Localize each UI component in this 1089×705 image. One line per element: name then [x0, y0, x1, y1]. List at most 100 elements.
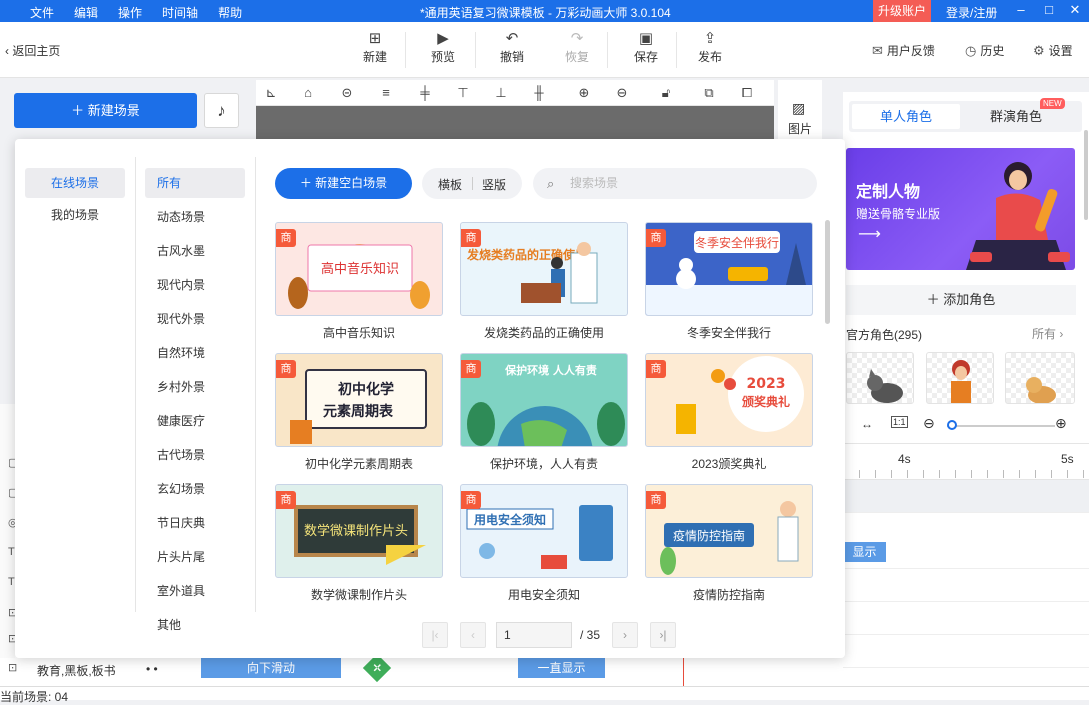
- category-item[interactable]: 健康医疗: [145, 406, 245, 436]
- scene-card[interactable]: 商 保护环境 人人有责: [460, 353, 628, 447]
- scene-card[interactable]: 商 发烧类药品的正确使用: [460, 222, 628, 316]
- scene-card[interactable]: 商 2023 颁奖典礼: [645, 353, 813, 447]
- settings-button[interactable]: ⚙ 设置: [1033, 42, 1073, 59]
- prev-page-button[interactable]: ‹: [460, 622, 486, 648]
- home-icon[interactable]: ⌂: [300, 85, 316, 100]
- category-item[interactable]: 现代内景: [145, 270, 245, 300]
- zoom-slider-handle[interactable]: [947, 420, 957, 430]
- music-note-icon[interactable]: ♪: [204, 93, 239, 128]
- zoom-out-icon[interactable]: ⊖: [923, 415, 935, 432]
- category-item[interactable]: 古风水墨: [145, 236, 245, 266]
- back-home-button[interactable]: ‹ 返回主页: [5, 42, 60, 59]
- zoom-in-icon[interactable]: ⊕: [1055, 415, 1067, 432]
- maximize-icon[interactable]: □: [1041, 2, 1057, 17]
- role-thumbnail-girl[interactable]: [926, 352, 994, 404]
- category-item[interactable]: 室外道具: [145, 576, 245, 606]
- undo-button[interactable]: ↶ 撤销: [490, 30, 534, 65]
- align-right-icon[interactable]: ≡: [378, 85, 394, 100]
- search-icon: ⌕: [547, 176, 555, 191]
- fit-width-icon[interactable]: ↔: [861, 417, 873, 431]
- source-online-scenes[interactable]: 在线场景: [25, 168, 125, 198]
- scene-card[interactable]: 商 用电安全须知: [460, 484, 628, 578]
- save-button[interactable]: ▣ 保存: [624, 30, 668, 65]
- scene-card[interactable]: 商 数学微课制作片头: [275, 484, 443, 578]
- tab-single-role[interactable]: 单人角色: [852, 104, 960, 129]
- source-my-scenes[interactable]: 我的场景: [25, 200, 125, 230]
- align-bottom-icon[interactable]: ⊥: [493, 85, 509, 101]
- distribute-icon[interactable]: ╫: [531, 85, 547, 100]
- ruler-icon[interactable]: ⊾: [263, 85, 279, 101]
- category-item[interactable]: 玄幻场景: [145, 474, 245, 504]
- menu-edit[interactable]: 编辑: [74, 4, 98, 21]
- category-item[interactable]: 乡村外景: [145, 372, 245, 402]
- image-tool[interactable]: ▨ 图片: [778, 80, 822, 144]
- feedback-button[interactable]: ✉ 用户反馈: [872, 42, 935, 59]
- redo-button[interactable]: ↷ 恢复: [555, 30, 599, 65]
- publish-button[interactable]: ⇪ 发布: [688, 30, 732, 65]
- plus-square-icon: ⊞: [368, 30, 382, 47]
- zoom-in-icon[interactable]: ⊕: [576, 85, 592, 101]
- align-top-icon[interactable]: ⊤: [455, 85, 471, 101]
- track-clip-show[interactable]: 显示: [843, 542, 886, 562]
- category-item[interactable]: 现代外景: [145, 304, 245, 334]
- track-clip-slide-down[interactable]: 向下滑动: [201, 658, 341, 678]
- scene-card[interactable]: 商 冬季安全伴我行: [645, 222, 813, 316]
- first-page-button[interactable]: |‹: [422, 622, 448, 648]
- paste-icon[interactable]: ⧠: [739, 85, 755, 101]
- girl-image: [951, 360, 971, 403]
- menu-file[interactable]: 文件: [30, 4, 54, 21]
- track-row: [843, 602, 1089, 635]
- last-page-button[interactable]: ›|: [650, 622, 676, 648]
- new-scene-button[interactable]: ＋ 新建场景: [14, 93, 197, 128]
- role-thumbnail-dog[interactable]: [1005, 352, 1075, 404]
- category-item[interactable]: 古代场景: [145, 440, 245, 470]
- role-thumbnail-cat[interactable]: [846, 352, 914, 404]
- page-number-input[interactable]: 1: [496, 622, 572, 648]
- orientation-horizontal[interactable]: 横板: [438, 176, 462, 193]
- svg-text:疫情防控指南: 疫情防控指南: [673, 528, 745, 543]
- copy-icon[interactable]: ⧉: [701, 85, 717, 101]
- scene-card[interactable]: 商 疫情防控指南: [645, 484, 813, 578]
- add-role-button[interactable]: ＋ 添加角色: [846, 285, 1076, 315]
- zoom-slider[interactable]: [947, 425, 1055, 427]
- lock-icon[interactable]: 🔓︎: [658, 85, 674, 101]
- category-item[interactable]: 所有: [145, 168, 245, 198]
- panel-scrollbar[interactable]: [1084, 130, 1088, 220]
- new-blank-scene-button[interactable]: ＋ 新建空白场景: [275, 168, 412, 199]
- login-button[interactable]: 登录/注册: [946, 4, 997, 21]
- history-button[interactable]: ◷ 历史: [965, 42, 1004, 59]
- menu-timeline[interactable]: 时间轴: [162, 4, 198, 21]
- align-center-icon[interactable]: ╪: [417, 85, 433, 100]
- custom-character-banner[interactable]: 定制人物 赠送骨骼专业版 ⟶: [846, 148, 1075, 270]
- actual-size-icon[interactable]: 1:1: [891, 416, 908, 428]
- category-item[interactable]: 自然环境: [145, 338, 245, 368]
- menu-help[interactable]: 帮助: [218, 4, 242, 21]
- menu-bar: 文件 编辑 操作 时间轴 帮助: [30, 4, 262, 21]
- toolbar-divider: [475, 32, 476, 68]
- scene-card-title: 高中音乐知识: [322, 326, 395, 340]
- category-item[interactable]: 其他: [145, 610, 245, 640]
- plus-icon: ＋: [926, 292, 944, 307]
- zoom-out-icon[interactable]: ⊖: [614, 85, 630, 101]
- new-button[interactable]: ⊞ 新建: [353, 30, 397, 65]
- scene-card[interactable]: 商 高中音乐知识: [275, 222, 443, 316]
- scene-search-input[interactable]: ⌕ 搜索场景: [533, 168, 817, 199]
- track-clip-always-show[interactable]: 一直显示: [518, 658, 605, 678]
- scene-card[interactable]: 商 初中化学 元素周期表: [275, 353, 443, 447]
- more-icon[interactable]: ⊝: [339, 85, 355, 101]
- minimize-icon[interactable]: –: [1013, 2, 1029, 17]
- all-roles-button[interactable]: 所有 ›: [1032, 325, 1063, 342]
- category-item[interactable]: 动态场景: [145, 202, 245, 232]
- orientation-vertical[interactable]: 竖版: [482, 176, 506, 193]
- scene-card-title: 初中化学元素周期表: [304, 457, 413, 471]
- upgrade-button[interactable]: 升级账户: [873, 0, 931, 22]
- track-options[interactable]: • •: [146, 662, 158, 676]
- category-item[interactable]: 片头片尾: [145, 542, 245, 572]
- close-icon[interactable]: ✕: [1067, 2, 1083, 18]
- next-page-button[interactable]: ›: [612, 622, 638, 648]
- menu-operate[interactable]: 操作: [118, 4, 142, 21]
- scene-list-scrollbar[interactable]: [825, 220, 830, 324]
- preview-button[interactable]: ▶ 预览: [421, 30, 465, 65]
- category-item[interactable]: 节日庆典: [145, 508, 245, 538]
- page-total: / 35: [580, 628, 601, 642]
